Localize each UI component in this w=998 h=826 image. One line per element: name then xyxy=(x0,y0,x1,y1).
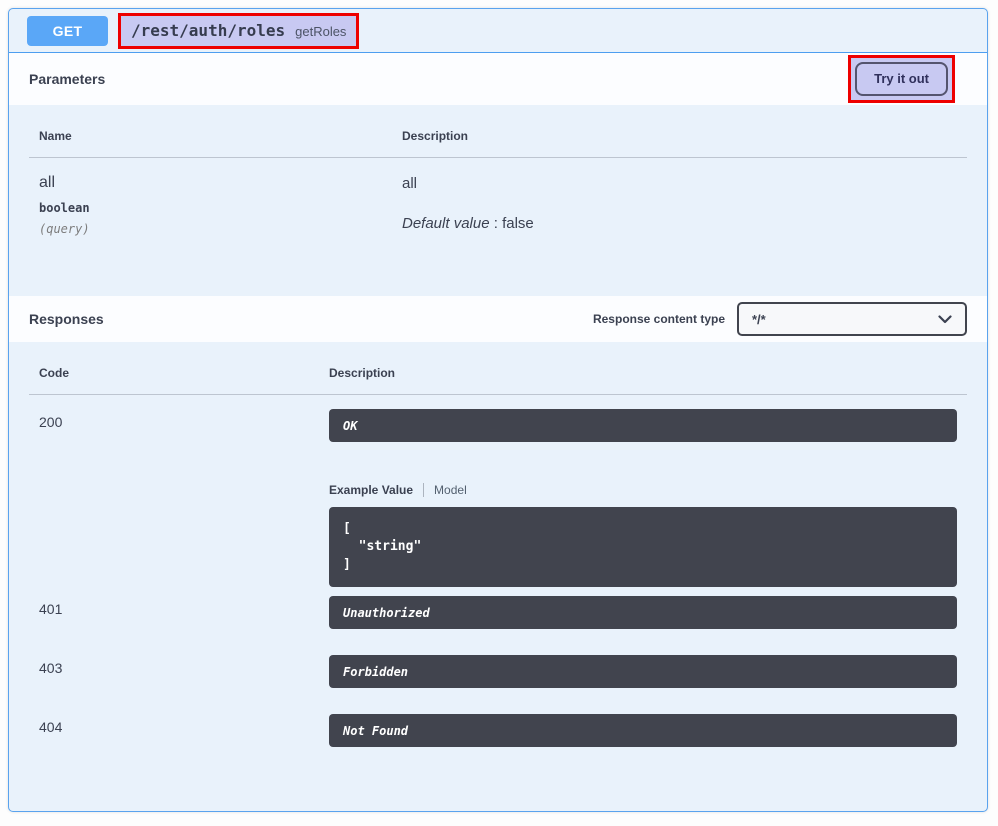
tab-model[interactable]: Model xyxy=(424,483,467,497)
response-content-type-value: */* xyxy=(752,312,766,327)
default-value: : false xyxy=(490,215,534,232)
name-column-header: Name xyxy=(39,129,402,143)
response-content-type-label: Response content type xyxy=(593,312,725,326)
http-method-badge: GET xyxy=(27,16,108,46)
response-code: 401 xyxy=(39,596,329,629)
response-code: 200 xyxy=(39,409,329,587)
response-description-box: Unauthorized xyxy=(329,596,957,629)
parameters-title: Parameters xyxy=(29,71,105,87)
description-column-header: Description xyxy=(329,366,957,380)
endpoint-path: /rest/auth/roles xyxy=(131,21,285,40)
chevron-down-icon xyxy=(938,315,952,324)
json-line: ] xyxy=(343,557,351,572)
parameter-row: all boolean (query) all Default value : … xyxy=(29,158,967,296)
annotation-box-try-it-out: Try it out xyxy=(848,55,955,103)
parameter-location: (query) xyxy=(39,222,402,236)
responses-title: Responses xyxy=(29,311,104,327)
response-content-type-select[interactable]: */* xyxy=(737,302,967,336)
response-description-box: Not Found xyxy=(329,714,957,747)
responses-table-head: Code Description xyxy=(29,342,967,395)
response-code: 404 xyxy=(39,714,329,747)
parameters-table: Name Description all boolean (query) all… xyxy=(9,105,987,296)
operation-block: GET /rest/auth/roles getRoles Parameters… xyxy=(8,8,988,812)
tab-example-value[interactable]: Example Value xyxy=(329,483,424,497)
operation-summary[interactable]: GET /rest/auth/roles getRoles xyxy=(9,9,987,53)
responses-header: Responses Response content type */* xyxy=(9,296,987,342)
parameter-description: all xyxy=(402,175,957,192)
parameters-table-head: Name Description xyxy=(29,105,967,158)
response-code: 403 xyxy=(39,655,329,688)
response-description-box: Forbidden xyxy=(329,655,957,688)
parameter-name: all xyxy=(39,174,402,192)
parameter-default: Default value : false xyxy=(402,215,957,232)
operation-id: getRoles xyxy=(295,24,346,39)
json-line: [ xyxy=(343,521,351,536)
example-json-box: [ "string" ] xyxy=(329,507,957,587)
response-row-403: 403 Forbidden xyxy=(29,655,967,688)
parameter-type: boolean xyxy=(39,201,402,215)
default-value-label: Default value xyxy=(402,215,490,232)
model-example-tabs: Example Value Model xyxy=(329,483,957,497)
try-it-out-button[interactable]: Try it out xyxy=(855,62,948,96)
responses-table: Code Description 200 OK Example Value Mo… xyxy=(9,342,987,747)
json-line: "string" xyxy=(343,539,421,554)
response-content-type-wrap: Response content type */* xyxy=(593,302,967,336)
annotation-box-endpoint: /rest/auth/roles getRoles xyxy=(118,13,359,49)
response-row-401: 401 Unauthorized xyxy=(29,596,967,629)
response-description-box: OK xyxy=(329,409,957,442)
response-row-404: 404 Not Found xyxy=(29,714,967,747)
description-column-header: Description xyxy=(402,129,957,143)
parameters-header: Parameters Try it out xyxy=(9,53,987,105)
code-column-header: Code xyxy=(39,366,329,380)
response-row-200: 200 OK Example Value Model [ "string" ] xyxy=(29,395,967,587)
